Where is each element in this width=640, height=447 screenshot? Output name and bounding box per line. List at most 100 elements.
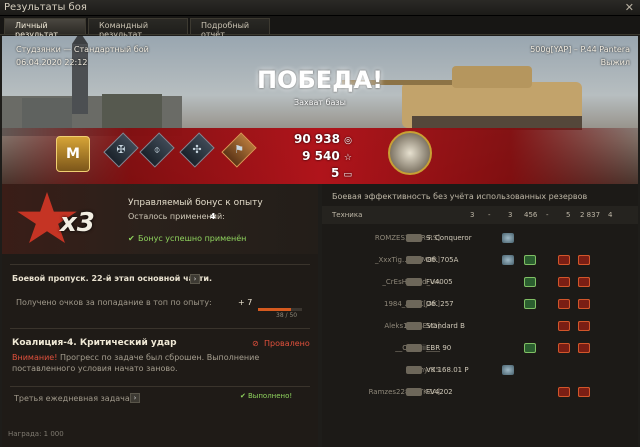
tab-team[interactable]: Командный результат xyxy=(88,18,188,39)
crit-icon[interactable] xyxy=(578,277,590,287)
table-row[interactable]: _CrEsH_Gold_UAFV4005 xyxy=(322,272,638,294)
daily-reward: Награда: 1 000 xyxy=(8,430,64,438)
battlepass-progress-bar xyxy=(258,308,302,311)
table-row[interactable]: Aleks13_[SEVD]Standard B xyxy=(322,316,638,338)
column-blocked: - xyxy=(546,211,549,219)
achievement-medal-icon[interactable] xyxy=(388,131,432,175)
personal-results-panel: x3 Управляемый бонус к опыту Осталось пр… xyxy=(2,184,318,447)
daily-task-title: Третья ежедневная задача xyxy=(14,394,130,403)
tank-name: FV4202 xyxy=(426,388,453,396)
win-reason: Захват базы xyxy=(294,98,346,107)
battlepass-points-label: Получено очков за попадание в топ по опы… xyxy=(16,298,212,307)
tank-name: S. Conqueror xyxy=(426,234,472,242)
tank-name: Об. 705А xyxy=(426,256,459,264)
spotted-icon[interactable] xyxy=(502,365,514,375)
close-icon[interactable]: ✕ xyxy=(625,1,634,14)
table-row[interactable]: ROMZES1...[IR-RS]S. Conqueror xyxy=(322,228,638,250)
tank-icon xyxy=(406,344,422,352)
efficiency-panel: Боевая эффективность без учёта использов… xyxy=(322,184,638,447)
divider xyxy=(10,264,310,265)
column-damage: 2 837 xyxy=(580,211,601,219)
assist-icon[interactable] xyxy=(524,299,536,309)
window-title: Результаты боя xyxy=(4,2,87,13)
crit-icon[interactable] xyxy=(558,255,570,265)
check-icon: ✔ xyxy=(240,392,246,400)
mission-description: Внимание! Прогресс по задаче был сброшен… xyxy=(12,352,302,374)
column-vehicle: Техника xyxy=(332,211,363,219)
battle-results-window: Результаты боя ✕ Личный результат Команд… xyxy=(0,0,640,447)
battlepass-progress-text: 38 / 50 xyxy=(276,312,298,319)
divider xyxy=(10,386,310,387)
assist-icon[interactable] xyxy=(524,343,536,353)
bonds-value: 5 xyxy=(330,166,340,180)
column-assist-track: - xyxy=(488,211,491,219)
tab-detailed[interactable]: Подробный отчёт xyxy=(190,18,270,39)
tank-icon xyxy=(406,234,422,242)
tab-bar: Личный результат Командный результат Под… xyxy=(0,16,640,39)
battle-result: ПОБЕДА! xyxy=(256,66,384,94)
battlepass-progress-fill xyxy=(258,308,292,311)
tab-personal[interactable]: Личный результат xyxy=(4,18,86,39)
title-bar: Результаты боя ✕ xyxy=(0,0,640,16)
tank-icon xyxy=(406,366,422,374)
crit-icon[interactable] xyxy=(558,343,570,353)
crit-icon[interactable] xyxy=(558,387,570,397)
assist-icon[interactable] xyxy=(524,277,536,287)
mission-title: Коалиция-4. Критический удар xyxy=(12,338,177,348)
crit-icon[interactable] xyxy=(558,299,570,309)
crit-icon[interactable] xyxy=(558,321,570,331)
spotted-icon[interactable] xyxy=(502,233,514,243)
crit-icon[interactable] xyxy=(578,321,590,331)
tank-name: FV4005 xyxy=(426,278,453,286)
xp-bonus-block: x3 Управляемый бонус к опыту Осталось пр… xyxy=(2,184,318,254)
table-row[interactable]: _XxxTig...[BOMBR]Об. 705А xyxy=(322,250,638,272)
crit-icon[interactable] xyxy=(558,277,570,287)
mission-warning: Внимание! xyxy=(12,353,58,362)
tank-name: Об. 257 xyxy=(426,300,454,308)
table-row[interactable]: Ramzes228...[YKZA] FV4202 xyxy=(322,382,638,404)
table-row[interactable]: 1984_ALEX[JAK]Об. 257 xyxy=(322,294,638,316)
assist-icon[interactable] xyxy=(524,255,536,265)
battlepass-points-delta: + 7 xyxy=(238,298,253,307)
column-crits: 3 xyxy=(508,211,513,219)
column-assist-damage: 456 xyxy=(524,211,538,219)
bonus-multiplier: x3 xyxy=(60,208,95,238)
spotted-icon[interactable] xyxy=(502,255,514,265)
daily-task-arrow-button[interactable]: › xyxy=(130,393,140,403)
tank-icon xyxy=(406,278,422,286)
credits-icon: ◎ xyxy=(344,136,352,146)
crit-icon[interactable] xyxy=(578,255,590,265)
tank-icon xyxy=(406,322,422,330)
tank-icon xyxy=(406,388,422,396)
check-icon: ✔ xyxy=(128,234,135,243)
credits-value: 90 938 xyxy=(294,132,340,146)
column-spotted: 3 xyxy=(470,211,475,219)
divider xyxy=(10,328,310,329)
column-kills: 4 xyxy=(608,211,613,219)
mission-status: Провалено xyxy=(264,339,310,348)
bonds-icon: ▭ xyxy=(343,170,352,180)
daily-task-status: Выполнено! xyxy=(248,392,293,400)
tank-icon xyxy=(406,256,422,264)
bonus-applied: Бонус успешно применён xyxy=(138,234,247,243)
battle-hero-banner: Студзянки — Стандартный бой 06.04.2020 2… xyxy=(2,36,638,184)
battlepass-title: Боевой пропуск. 22-й этап основной части… xyxy=(12,274,213,283)
failed-icon: ⊘ xyxy=(252,339,259,348)
map-mode: Студзянки — Стандартный бой xyxy=(16,45,149,54)
table-row[interactable]: __Omitrii____EBR 90 xyxy=(322,338,638,360)
battlepass-arrow-button[interactable]: › xyxy=(190,274,200,284)
xp-icon: ☆ xyxy=(343,153,352,163)
efficiency-header: Боевая эффективность без учёта использов… xyxy=(332,192,588,201)
table-row[interactable]: smyr35 VK 168.01 P xyxy=(322,360,638,382)
tank-name: EBR 90 xyxy=(426,344,452,352)
crit-icon[interactable] xyxy=(578,387,590,397)
crit-icon[interactable] xyxy=(578,343,590,353)
tank-name: Standard B xyxy=(426,322,465,330)
earned-totals: 90 938 ◎ 9 540 ☆ 5 ▭ xyxy=(292,132,352,183)
tank-icon xyxy=(406,300,422,308)
bonus-remaining-value: 4 xyxy=(210,212,216,221)
mastery-badge-icon[interactable]: M xyxy=(56,136,90,172)
column-hits: 5 xyxy=(566,211,571,219)
xp-value: 9 540 xyxy=(302,149,340,163)
crit-icon[interactable] xyxy=(578,299,590,309)
